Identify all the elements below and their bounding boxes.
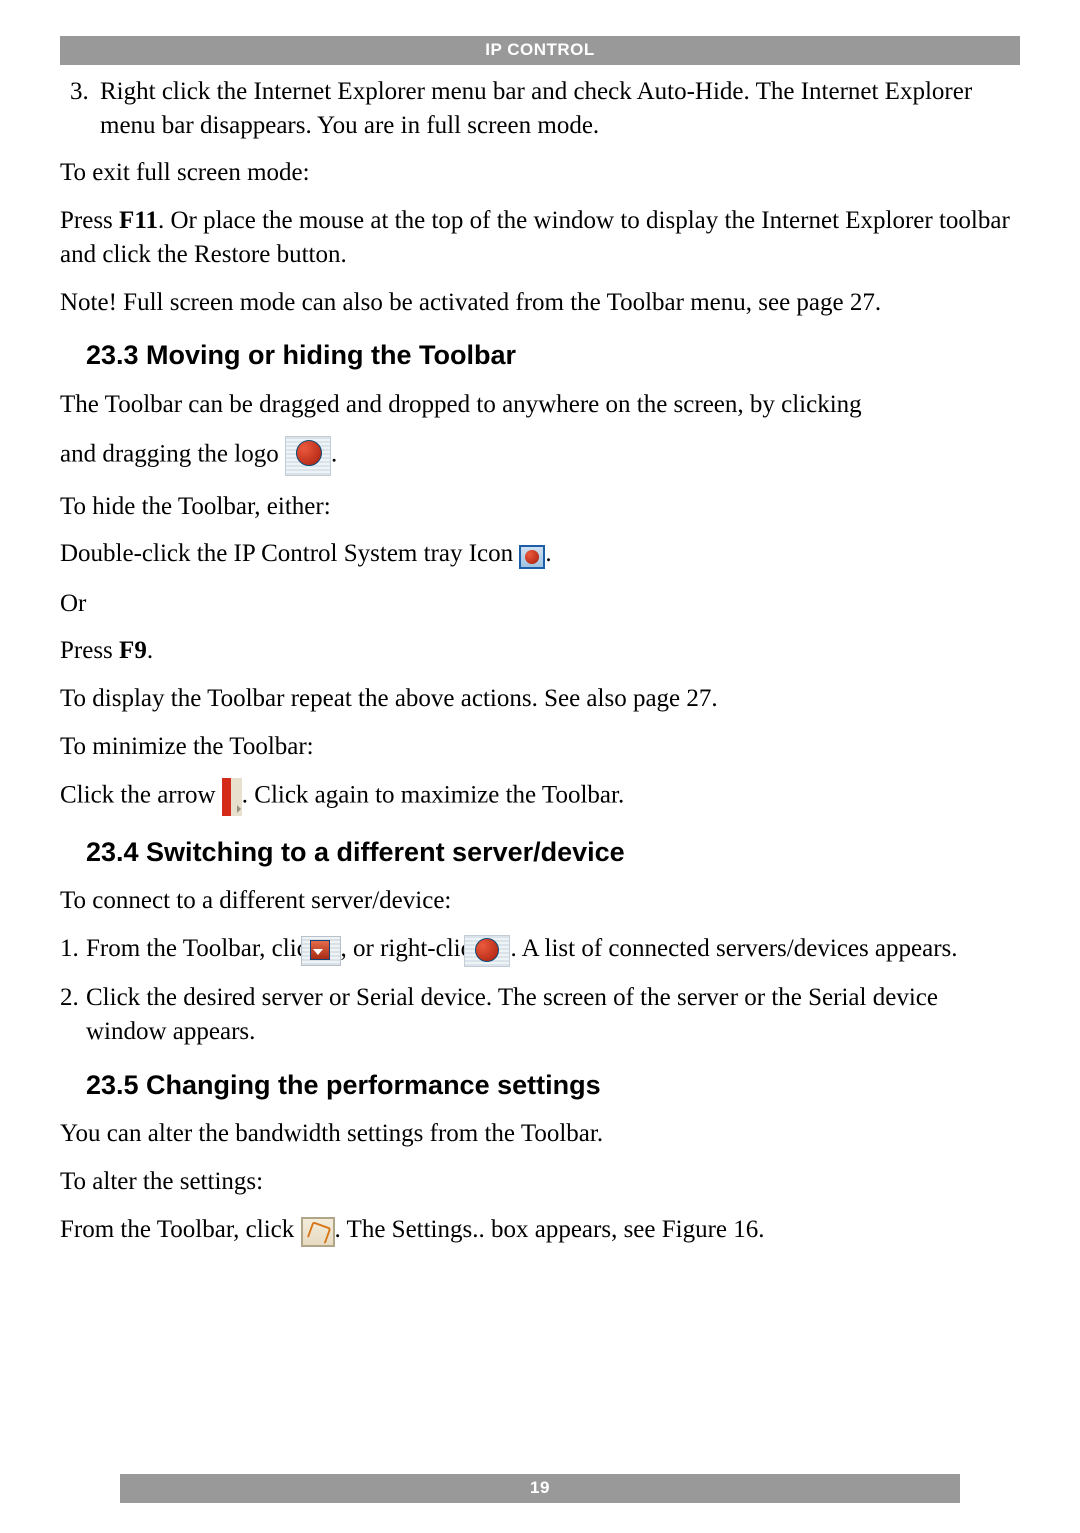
heading-23-5: 23.5 Changing the performance settings	[86, 1067, 1020, 1103]
tray-icon	[519, 539, 545, 573]
key-f9: F9	[119, 637, 147, 664]
step-number: 1.	[60, 932, 86, 966]
server-list-icon	[327, 933, 341, 967]
list-text: Right click the Internet Explorer menu b…	[100, 78, 972, 139]
toolbar-logo-icon	[285, 436, 331, 476]
header-bar: IP CONTROL	[60, 36, 1020, 65]
step-2: 2.Click the desired server or Serial dev…	[60, 981, 1020, 1049]
note-fullscreen: Note! Full screen mode can also be activ…	[60, 286, 1020, 320]
alter-label: To alter the settings:	[60, 1165, 1020, 1199]
doubleclick-line: Double-click the IP Control System tray …	[60, 537, 1020, 572]
step-number: 2.	[60, 981, 86, 1015]
hide-label: To hide the Toolbar, either:	[60, 490, 1020, 524]
or-label: Or	[60, 587, 1020, 621]
exit-fullscreen-label: To exit full screen mode:	[60, 156, 1020, 190]
heading-23-4: 23.4 Switching to a different server/dev…	[86, 834, 1020, 870]
from-toolbar-line: From the Toolbar, click . The Settings..…	[60, 1213, 1020, 1248]
connect-label: To connect to a different server/device:	[60, 884, 1020, 918]
alter-bandwidth: You can alter the bandwidth settings fro…	[60, 1117, 1020, 1151]
page-number: 19	[530, 1478, 550, 1497]
display-repeat: To display the Toolbar repeat the above …	[60, 682, 1020, 716]
press-f9-line: Press F9.	[60, 634, 1020, 668]
drag-intro: The Toolbar can be dragged and dropped t…	[60, 388, 1020, 422]
heading-23-3: 23.3 Moving or hiding the Toolbar	[86, 337, 1020, 373]
minimize-arrow-icon	[222, 778, 242, 816]
settings-icon	[301, 1214, 335, 1248]
click-arrow-line: Click the arrow . Click again to maximiz…	[60, 778, 1020, 816]
toolbar-logo-icon	[490, 933, 510, 967]
step-1: 1.From the Toolbar, click , or right-cli…	[60, 932, 1020, 967]
header-title: IP CONTROL	[485, 40, 595, 59]
list-item-3: 3.Right click the Internet Explorer menu…	[70, 75, 1020, 143]
page-content: 3.Right click the Internet Explorer menu…	[60, 75, 1020, 1248]
drag-logo-line: and dragging the logo .	[60, 436, 1020, 476]
list-number: 3.	[70, 75, 100, 109]
key-f11: F11	[119, 207, 158, 234]
press-f11-line: Press F11. Or place the mouse at the top…	[60, 204, 1020, 272]
minimize-label: To minimize the Toolbar:	[60, 730, 1020, 764]
footer-bar: 19	[120, 1474, 960, 1503]
